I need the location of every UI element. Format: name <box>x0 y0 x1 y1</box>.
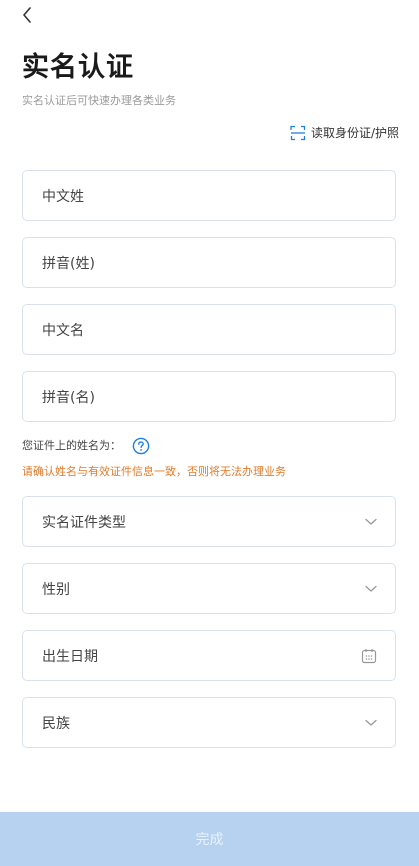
pinyin-given-name-placeholder: 拼音(名) <box>42 389 95 406</box>
pinyin-surname-placeholder: 拼音(姓) <box>42 255 95 272</box>
calendar-icon <box>361 648 377 663</box>
back-button[interactable] <box>22 4 42 26</box>
ethnicity-select[interactable]: 民族 <box>22 697 396 748</box>
chinese-given-name-placeholder: 中文名 <box>42 322 84 339</box>
gender-placeholder: 性别 <box>42 581 70 598</box>
id-type-select[interactable]: 实名证件类型 <box>22 496 396 547</box>
id-scan-icon <box>290 125 306 141</box>
pinyin-surname-field[interactable]: 拼音(姓) <box>22 237 396 288</box>
id-type-placeholder: 实名证件类型 <box>42 514 126 531</box>
submit-button[interactable]: 完成 <box>0 812 419 866</box>
page-subtitle: 实名认证后可快速办理各类业务 <box>22 94 176 107</box>
chevron-left-icon <box>23 7 31 23</box>
gender-select[interactable]: 性别 <box>22 563 396 614</box>
name-on-id-label: 您证件上的姓名为： <box>22 439 121 452</box>
chevron-down-icon <box>365 585 377 592</box>
chinese-given-name-field[interactable]: 中文名 <box>22 304 396 355</box>
pinyin-given-name-field[interactable]: 拼音(名) <box>22 371 396 422</box>
read-id-passport-link[interactable]: 读取身份证/护照 <box>290 124 399 142</box>
chinese-surname-field[interactable]: 中文姓 <box>22 170 396 221</box>
ethnicity-placeholder: 民族 <box>42 715 70 732</box>
name-on-id-hint: 您证件上的姓名为： <box>22 437 150 455</box>
read-id-passport-label: 读取身份证/护照 <box>310 126 399 140</box>
name-match-warning: 请确认姓名与有效证件信息一致，否则将无法办理业务 <box>22 465 286 478</box>
birth-date-picker[interactable]: 出生日期 <box>22 630 396 681</box>
chinese-surname-placeholder: 中文姓 <box>42 188 84 205</box>
chevron-down-icon <box>365 518 377 525</box>
birth-date-placeholder: 出生日期 <box>42 648 98 665</box>
page-title: 实名认证 <box>22 52 134 83</box>
help-icon[interactable] <box>132 437 150 455</box>
chevron-down-icon <box>365 719 377 726</box>
